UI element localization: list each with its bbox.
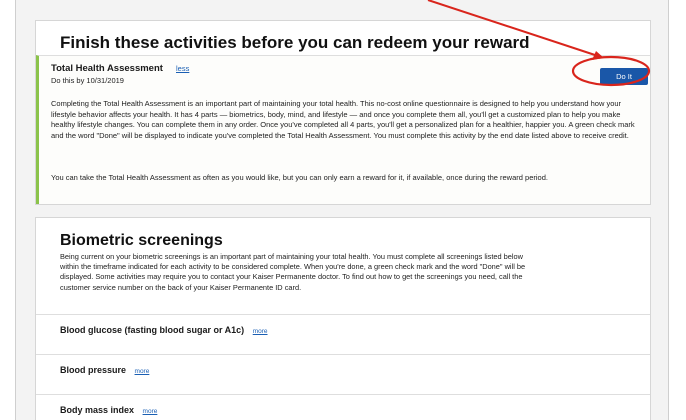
- screening-label: Blood pressure more: [60, 365, 149, 375]
- biometric-description: Being current on your biometric screenin…: [60, 252, 526, 292]
- activity-due-date: Do this by 10/31/2019: [51, 76, 124, 85]
- biometric-card: Biometric screenings Being current on yo…: [35, 217, 651, 420]
- screening-row-body-mass-index: Body mass index more: [36, 394, 650, 420]
- screening-label: Body mass index more: [60, 405, 157, 415]
- screening-label: Blood glucose (fasting blood sugar or A1…: [60, 325, 268, 335]
- screening-name: Blood pressure: [60, 365, 127, 375]
- screening-row-blood-glucose: Blood glucose (fasting blood sugar or A1…: [36, 314, 650, 354]
- more-link[interactable]: more: [135, 368, 150, 375]
- activity-item-total-health-assessment: Total Health Assessment less Do this by …: [36, 55, 650, 204]
- more-link[interactable]: more: [143, 408, 158, 415]
- screening-name: Blood glucose (fasting blood sugar or A1…: [60, 325, 245, 335]
- page-frame: Finish these activities before you can r…: [15, 0, 669, 420]
- biometric-title: Biometric screenings: [60, 232, 223, 249]
- activity-description: Completing the Total Health Assessment i…: [51, 99, 635, 140]
- activity-reward-note: You can take the Total Health Assessment…: [51, 173, 548, 182]
- activity-name: Total Health Assessment: [51, 63, 163, 74]
- less-link[interactable]: less: [176, 64, 189, 73]
- screening-name: Body mass index: [60, 405, 135, 415]
- activities-card: Finish these activities before you can r…: [35, 20, 651, 205]
- more-link[interactable]: more: [253, 328, 268, 335]
- activities-title: Finish these activities before you can r…: [60, 33, 530, 52]
- do-it-button[interactable]: Do It: [600, 68, 648, 85]
- screening-row-blood-pressure: Blood pressure more: [36, 354, 650, 394]
